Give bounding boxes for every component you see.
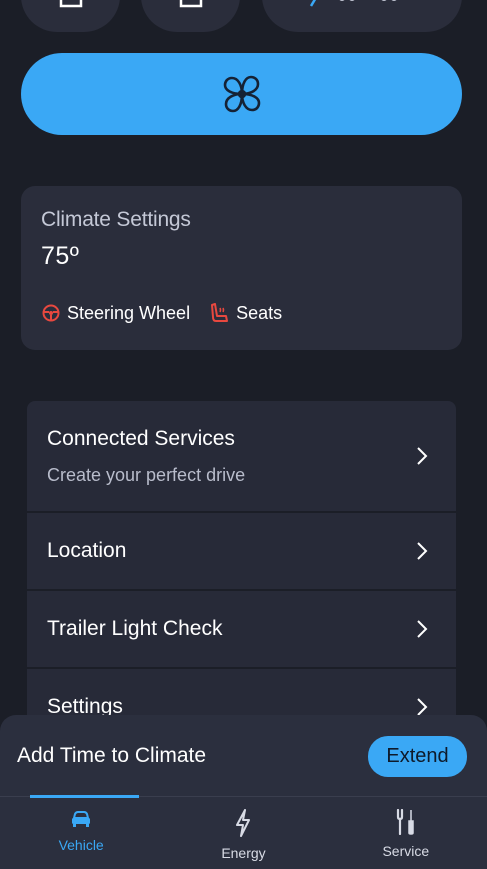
lightning-icon [236,809,251,837]
nav-active-indicator [30,795,139,798]
fan-icon [223,75,260,113]
menu-item-text: Connected Services Create your perfect d… [47,427,245,486]
nav-item-service[interactable]: Service [325,797,487,869]
add-time-toast: Add Time to Climate Extend [0,715,487,797]
nav-label-vehicle: Vehicle [58,837,104,853]
steering-wheel-heat-icon [42,304,60,322]
menu-item-connected-services[interactable]: Connected Services Create your perfect d… [27,401,456,513]
nav-label-service: Service [382,843,430,859]
climate-settings-card[interactable]: Climate Settings 75º Steering Wheel Seat… [21,186,462,350]
feature-label-steering-wheel: Steering Wheel [67,302,191,323]
lock-icon [59,0,82,8]
menu-item-label: Connected Services [47,426,235,450]
nav-item-energy[interactable]: Energy [162,797,324,869]
unlock-icon [179,0,202,8]
climate-features: Steering Wheel Seats [41,302,282,324]
feature-label-seats: Seats [236,302,283,323]
unlock-button[interactable] [141,0,240,32]
vehicle-menu-list: Connected Services Create your perfect d… [27,401,456,747]
menu-item-label: Location [47,539,127,562]
climate-temperature: 75º [41,242,80,270]
menu-item-location[interactable]: Location [27,513,456,591]
chevron-right-icon [417,542,428,560]
menu-item-subtitle: Create your perfect drive [47,464,246,485]
toast-text: Add Time to Climate [17,744,207,767]
remote-start-button[interactable] [262,0,462,32]
menu-item-trailer-light-check[interactable]: Trailer Light Check [27,591,456,669]
bottom-nav: Vehicle Energy Service [0,795,487,869]
lock-button[interactable] [21,0,120,32]
feature-seats: Seats [210,302,282,324]
nav-label-energy: Energy [221,845,266,861]
climate-title: Climate Settings [41,208,191,231]
chevron-right-icon [417,447,428,465]
car-icon [72,811,91,827]
climate-fan-button[interactable] [21,53,462,135]
chevron-right-icon [417,620,428,638]
extend-button[interactable]: Extend [368,735,467,777]
nav-item-vehicle[interactable]: Vehicle [0,795,162,869]
feature-steering-wheel: Steering Wheel [41,303,190,324]
seat-heat-icon [211,303,229,322]
chevron-right-icon [417,698,428,716]
wrench-screwdriver-icon [396,809,414,835]
menu-item-label: Trailer Light Check [47,617,223,640]
remote-start-icon [309,0,397,7]
